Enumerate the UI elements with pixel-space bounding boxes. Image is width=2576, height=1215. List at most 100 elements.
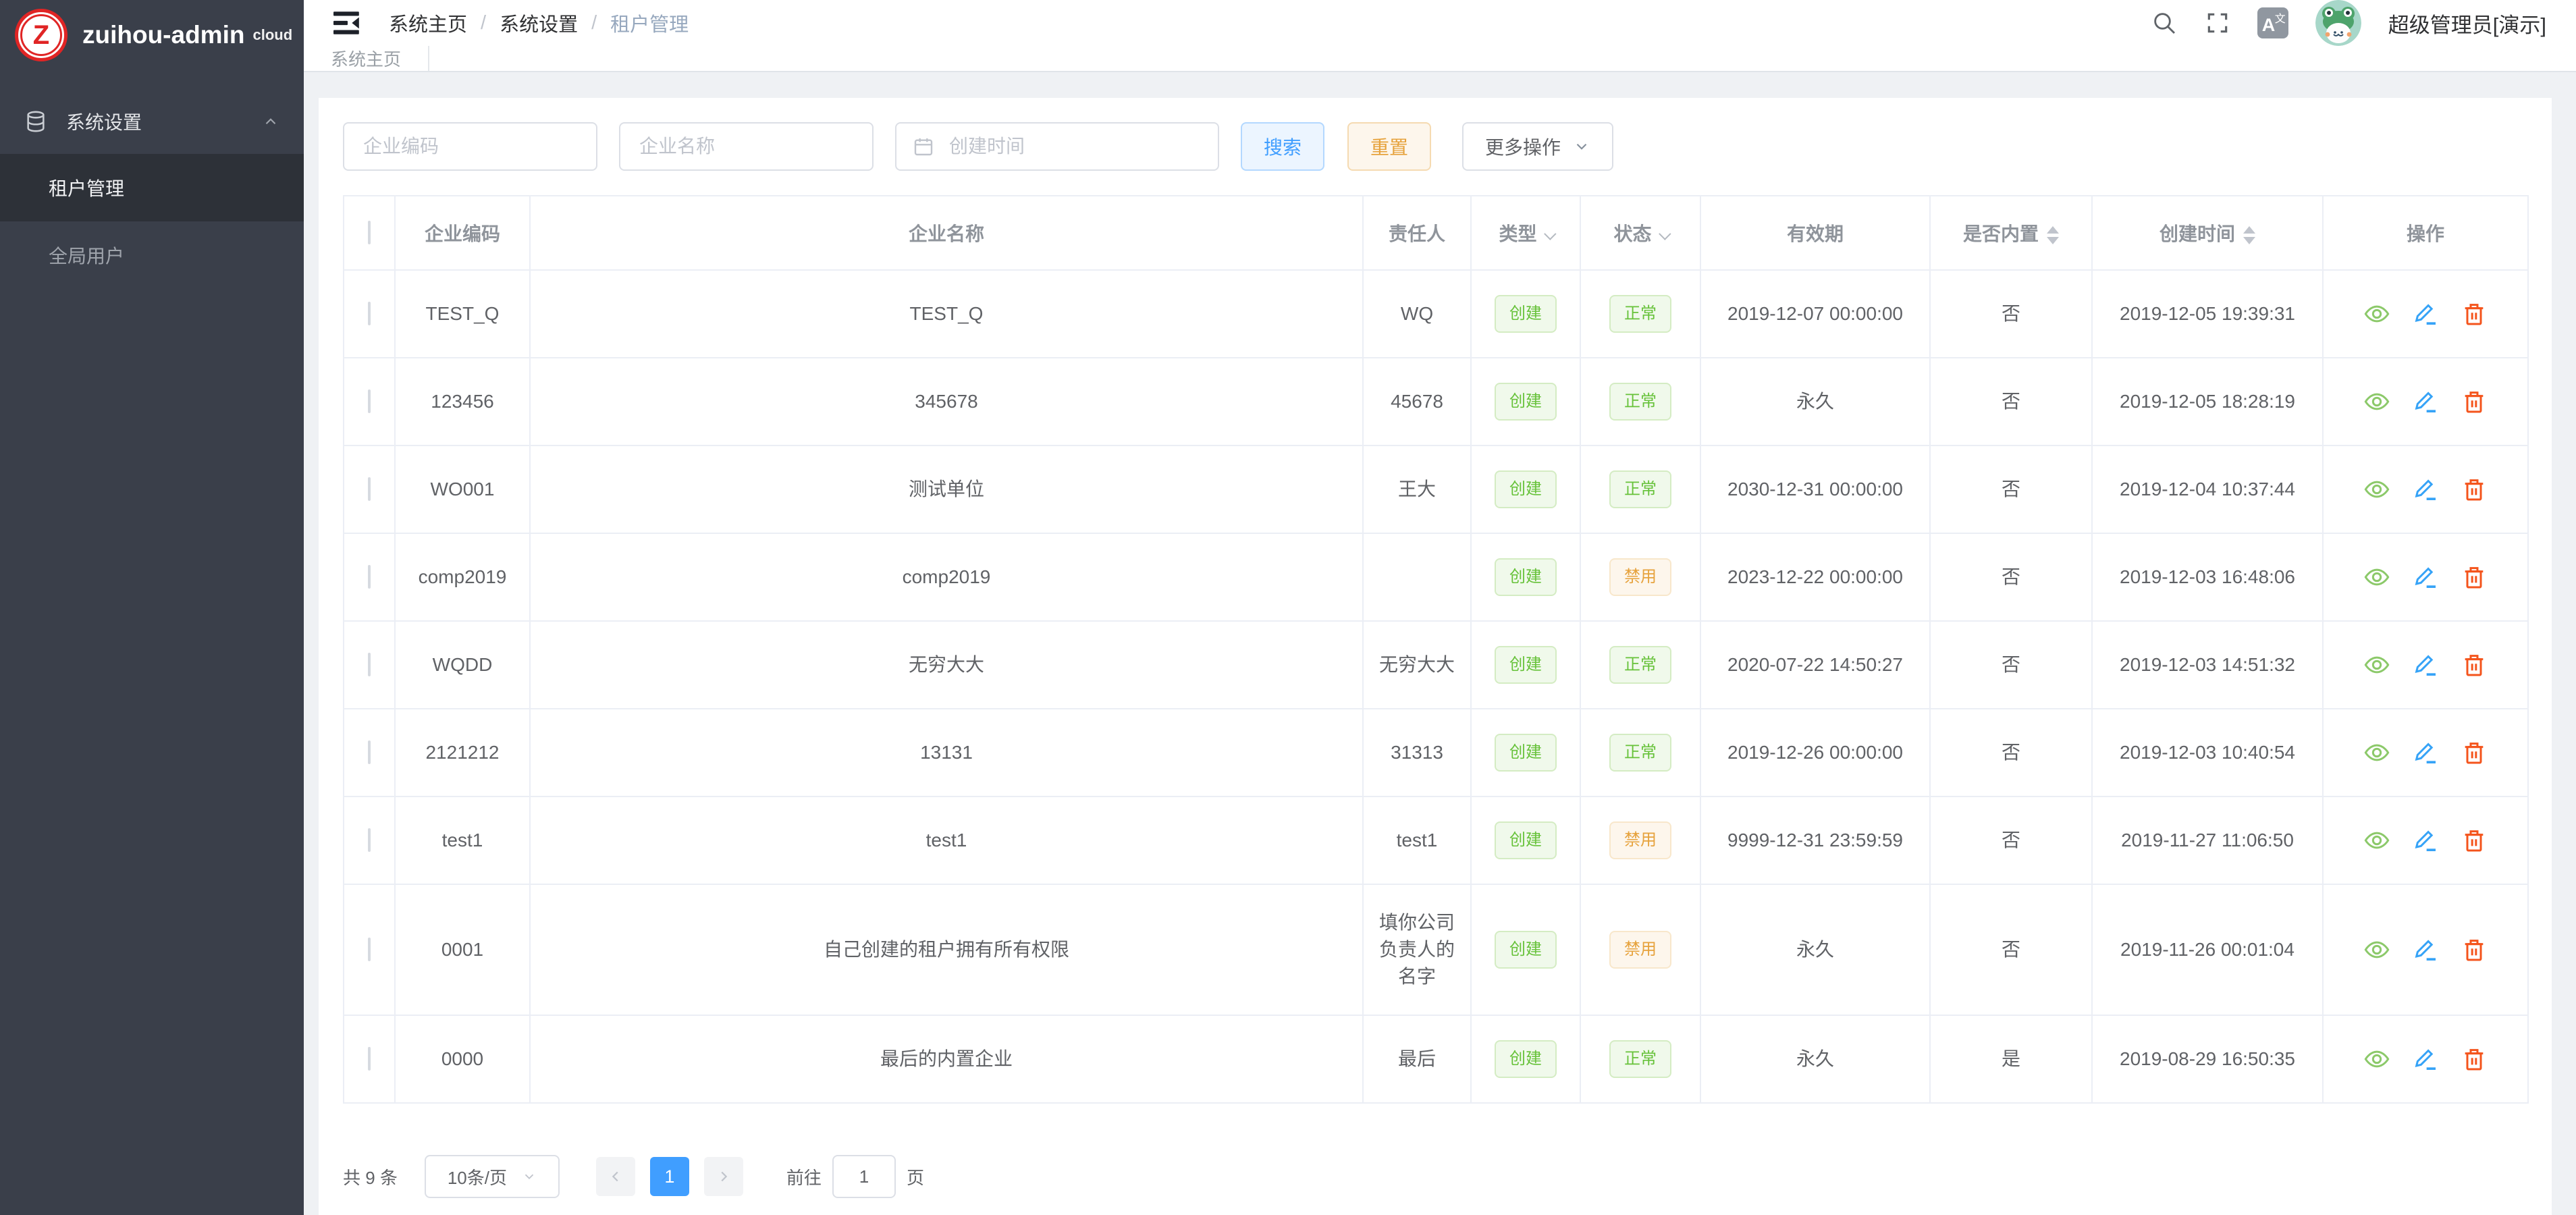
status-badge: 正常 (1609, 734, 1671, 772)
total-count-label: 共 9 条 (343, 1164, 398, 1189)
cell-expire: 2019-12-07 00:00:00 (1700, 270, 1930, 358)
row-checkbox[interactable] (368, 740, 371, 764)
delete-icon[interactable] (2461, 476, 2488, 503)
company-code-input[interactable] (343, 122, 597, 171)
row-actions (2337, 739, 2514, 766)
view-icon[interactable] (2363, 827, 2390, 854)
status-badge: 正常 (1609, 383, 1671, 421)
cell-owner: 填你公司负责人的名字 (1363, 884, 1471, 1015)
cell-owner (1363, 533, 1471, 621)
view-icon[interactable] (2363, 1046, 2390, 1073)
cell-builtin: 否 (1930, 533, 2092, 621)
cell-company-code: WO001 (395, 446, 530, 533)
col-company-name: 企业名称 (530, 196, 1363, 270)
delete-icon[interactable] (2461, 564, 2488, 591)
row-checkbox[interactable] (368, 477, 371, 501)
view-icon[interactable] (2363, 564, 2390, 591)
create-time-input[interactable] (895, 122, 1219, 171)
edit-icon[interactable] (2412, 300, 2439, 327)
created-sort-icon[interactable] (2243, 226, 2255, 244)
view-icon[interactable] (2363, 936, 2390, 963)
row-checkbox[interactable] (368, 302, 371, 325)
table-row: 0001 自己创建的租户拥有所有权限 填你公司负责人的名字 创建 禁用 永久 否… (344, 884, 2528, 1015)
chevron-down-icon (1573, 138, 1590, 155)
edit-icon[interactable] (2412, 827, 2439, 854)
status-filter-icon[interactable] (1659, 227, 1671, 240)
row-actions (2337, 1046, 2514, 1073)
cell-created: 2019-11-26 00:01:04 (2092, 884, 2323, 1015)
col-owner: 责任人 (1363, 196, 1471, 270)
edit-icon[interactable] (2412, 388, 2439, 415)
row-checkbox[interactable] (368, 828, 371, 852)
view-icon[interactable] (2363, 476, 2390, 503)
search-icon[interactable] (2151, 9, 2178, 36)
row-checkbox[interactable] (368, 653, 371, 676)
edit-icon[interactable] (2412, 651, 2439, 678)
cell-expire: 2020-07-22 14:50:27 (1700, 621, 1930, 709)
sidebar-item-global-users[interactable]: 全局用户 (0, 221, 304, 289)
more-actions-button[interactable]: 更多操作 (1462, 122, 1613, 171)
next-page-button[interactable] (704, 1157, 743, 1196)
breadcrumb-home[interactable]: 系统主页 (389, 9, 467, 37)
search-button[interactable]: 搜索 (1241, 122, 1324, 171)
app-logo[interactable]: Z zuihou-admin cloud (0, 0, 304, 70)
page-number-button[interactable]: 1 (650, 1157, 689, 1196)
delete-icon[interactable] (2461, 827, 2488, 854)
delete-icon[interactable] (2461, 651, 2488, 678)
cell-owner: WQ (1363, 270, 1471, 358)
view-icon[interactable] (2363, 651, 2390, 678)
table-row: WQDD 无穷大大 无穷大大 创建 正常 2020-07-22 14:50:27… (344, 621, 2528, 709)
edit-icon[interactable] (2412, 1046, 2439, 1073)
cell-company-code: WQDD (395, 621, 530, 709)
goto-page-input[interactable] (832, 1155, 896, 1198)
type-badge: 创建 (1495, 734, 1557, 772)
row-checkbox[interactable] (368, 938, 371, 961)
row-actions (2337, 827, 2514, 854)
breadcrumb-current: 租户管理 (610, 9, 689, 37)
col-expire: 有效期 (1700, 196, 1930, 270)
avatar[interactable] (2315, 0, 2361, 46)
tenant-table: 企业编码 企业名称 责任人 类型 状态 有效期 是否内置 创建时间 操作 TES… (343, 195, 2529, 1104)
type-badge: 创建 (1495, 295, 1557, 333)
reset-button[interactable]: 重置 (1347, 122, 1431, 171)
app-title-suffix: cloud (252, 26, 292, 44)
row-checkbox[interactable] (368, 389, 371, 413)
select-all-checkbox[interactable] (368, 221, 371, 244)
cell-created: 2019-12-04 10:37:44 (2092, 446, 2323, 533)
delete-icon[interactable] (2461, 1046, 2488, 1073)
delete-icon[interactable] (2461, 300, 2488, 327)
edit-icon[interactable] (2412, 739, 2439, 766)
page-size-value: 10条/页 (448, 1164, 507, 1189)
row-checkbox[interactable] (368, 565, 371, 589)
delete-icon[interactable] (2461, 388, 2488, 415)
collapse-sidebar-icon[interactable] (333, 9, 362, 37)
page-unit-label: 页 (907, 1164, 924, 1189)
tenant-card: 搜索 重置 更多操作 (319, 98, 2552, 1215)
cell-owner: test1 (1363, 796, 1471, 884)
sidebar-menu-system-settings[interactable]: 系统设置 (0, 89, 304, 154)
builtin-sort-icon[interactable] (2047, 226, 2059, 244)
tab-system-home[interactable]: 系统主页 (304, 46, 429, 71)
edit-icon[interactable] (2412, 476, 2439, 503)
edit-icon[interactable] (2412, 936, 2439, 963)
view-icon[interactable] (2363, 739, 2390, 766)
fullscreen-icon[interactable] (2205, 10, 2230, 36)
page-size-select[interactable]: 10条/页 (425, 1155, 560, 1198)
edit-icon[interactable] (2412, 564, 2439, 591)
prev-page-button[interactable] (596, 1157, 635, 1196)
view-icon[interactable] (2363, 300, 2390, 327)
view-icon[interactable] (2363, 388, 2390, 415)
cell-company-name: 无穷大大 (530, 621, 1363, 709)
row-checkbox[interactable] (368, 1047, 371, 1071)
type-filter-icon[interactable] (1544, 227, 1556, 240)
cell-builtin: 否 (1930, 796, 2092, 884)
status-badge: 禁用 (1609, 558, 1671, 596)
language-icon[interactable]: A文 (2257, 7, 2288, 38)
delete-icon[interactable] (2461, 739, 2488, 766)
delete-icon[interactable] (2461, 936, 2488, 963)
status-badge: 正常 (1609, 295, 1671, 333)
sidebar-item-tenant-management[interactable]: 租户管理 (0, 154, 304, 221)
current-user-label[interactable]: 超级管理员[演示] (2388, 8, 2546, 38)
company-name-input[interactable] (619, 122, 874, 171)
breadcrumb-system-settings[interactable]: 系统设置 (500, 9, 578, 37)
